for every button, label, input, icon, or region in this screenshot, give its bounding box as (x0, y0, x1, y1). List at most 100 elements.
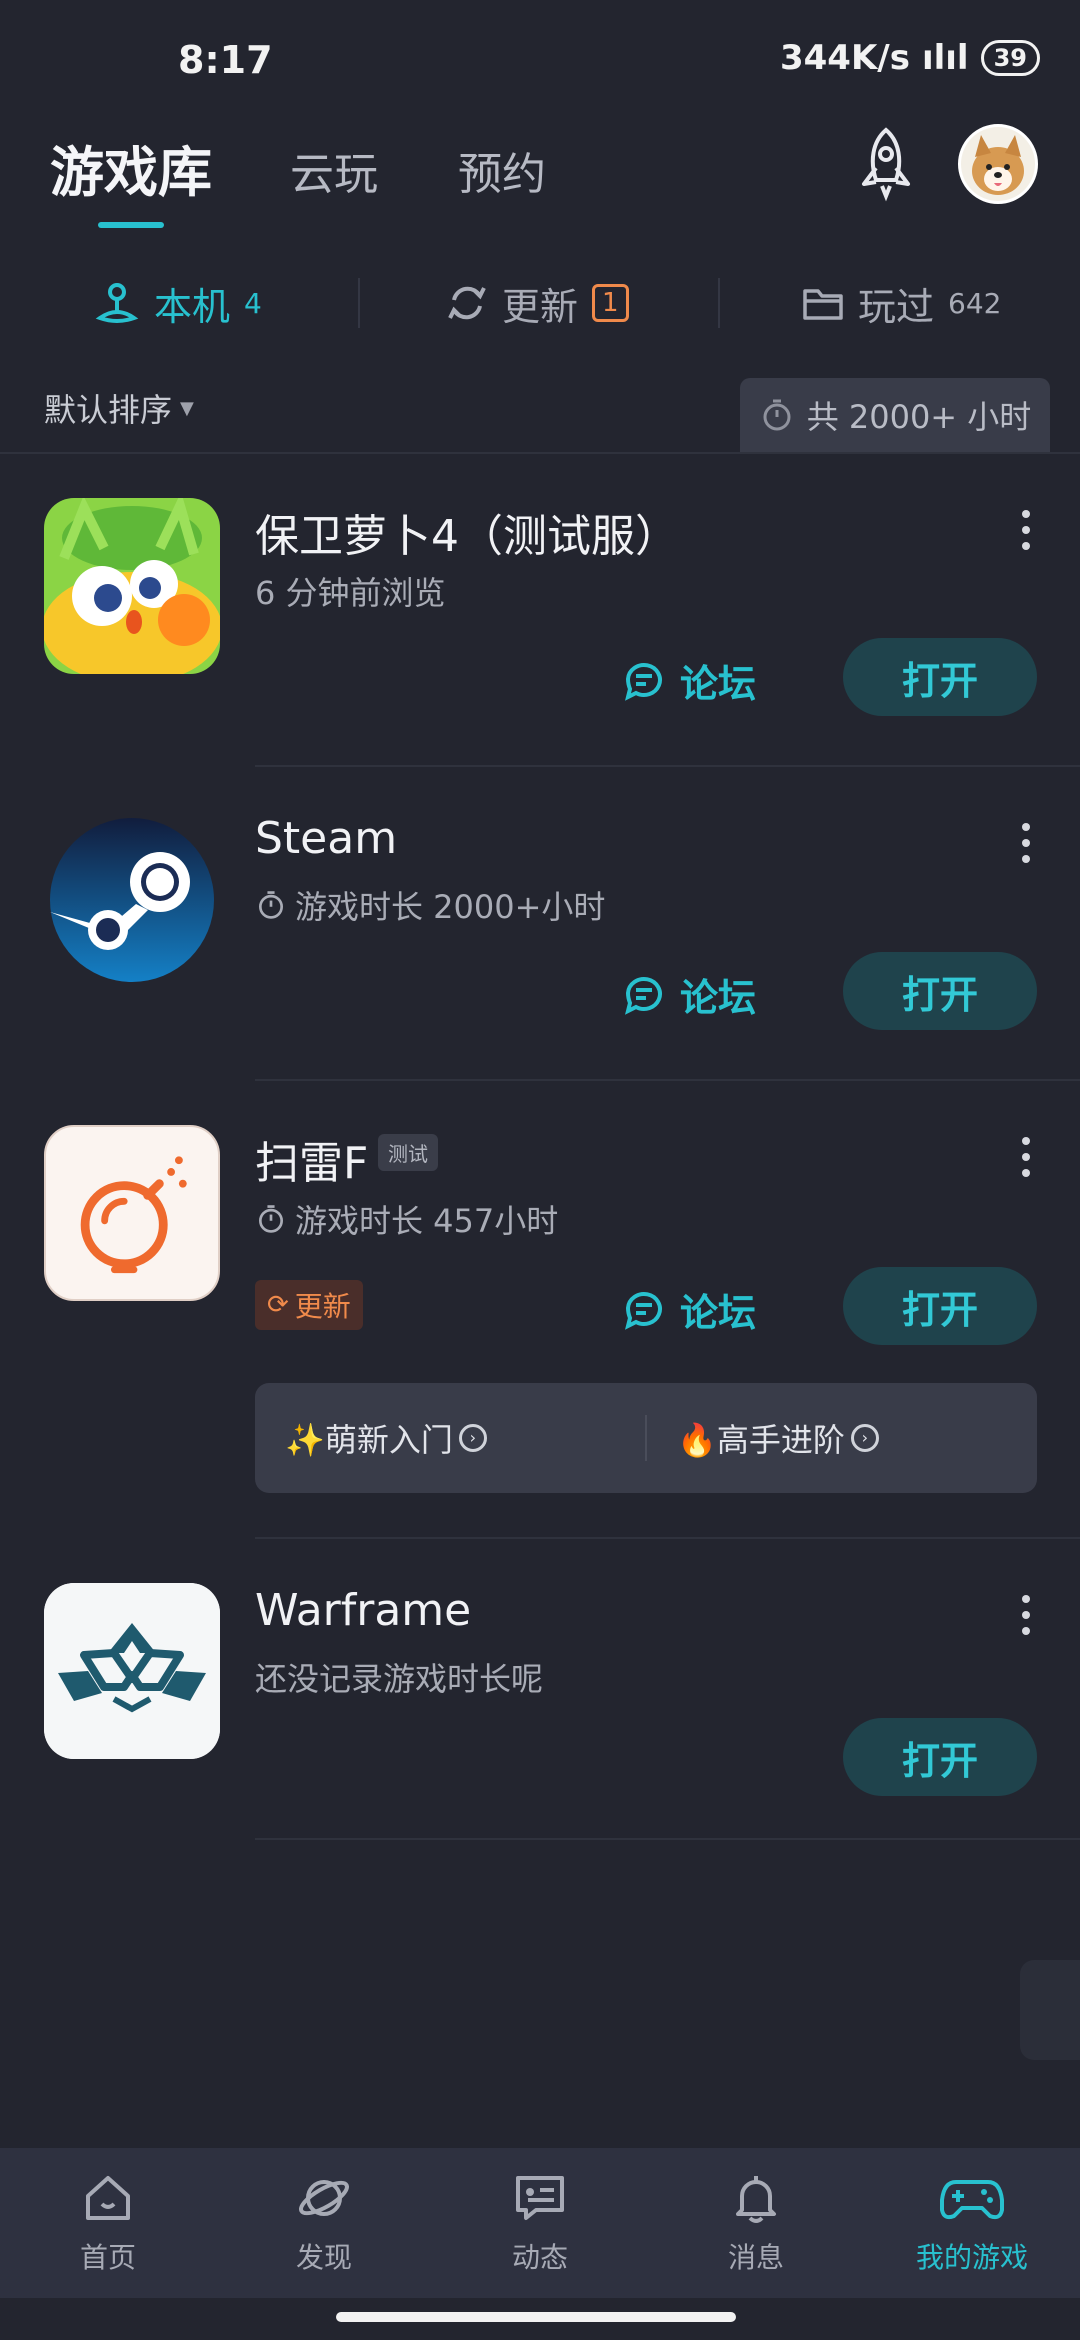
nav-feed-label: 动态 (511, 2241, 568, 2274)
subtab-local[interactable]: 本机 4 (94, 270, 262, 336)
nav-my-games[interactable]: 我的游戏 (864, 2148, 1080, 2298)
game-name: 保卫萝卜4（测试服） (255, 511, 679, 562)
total-playtime: 共 2000+ 小时 (740, 378, 1050, 452)
nav-home-label: 首页 (79, 2241, 136, 2274)
update-tag-label: 更新 (294, 1290, 351, 1323)
subtab-update-label: 更新 (502, 284, 579, 329)
tab-library[interactable]: 游戏库 (50, 128, 212, 207)
home-indicator[interactable] (336, 2312, 736, 2322)
divider (358, 278, 360, 328)
forum-button[interactable]: 论坛 (622, 1282, 756, 1337)
dog-avatar-image (961, 127, 1035, 201)
game-subtitle-text: 6 分钟前浏览 (255, 574, 446, 612)
guide-advanced-link[interactable]: 🔥高手进阶 › (647, 1415, 1037, 1461)
network-speed: 344K/s (779, 38, 910, 78)
home-icon (86, 2176, 130, 2220)
more-options-icon[interactable] (1016, 1127, 1036, 1187)
game-name: 扫雷F (255, 1138, 369, 1189)
floating-download-tab[interactable] (1020, 1960, 1080, 2060)
subtab-played[interactable]: 玩过 642 (802, 270, 1001, 336)
nav-home[interactable]: 首页 (0, 2148, 216, 2298)
refresh-icon (448, 286, 486, 320)
avatar[interactable] (958, 124, 1038, 204)
forum-label: 论坛 (680, 976, 757, 1020)
open-button[interactable]: 打开 (843, 1267, 1037, 1345)
tab-cloud-play[interactable]: 云玩 (290, 138, 378, 202)
gamepad-icon (940, 2180, 1004, 2220)
total-playtime-label: 共 2000+ 小时 (806, 398, 1032, 436)
status-icons: 344K/s ılıl 39 (780, 38, 1040, 78)
nav-discover[interactable]: 发现 (216, 2148, 432, 2298)
game-icon-steam[interactable] (44, 812, 220, 988)
bottom-navigation: 首页 发现 动态 消息 我的游戏 (0, 2148, 1080, 2298)
tab-reserve[interactable]: 预约 (458, 138, 546, 202)
refresh-icon: ⟳ (267, 1290, 289, 1320)
chat-icon (516, 2176, 564, 2220)
game-name: Warframe (255, 1585, 472, 1636)
more-options-icon[interactable] (1016, 1585, 1036, 1645)
nav-discover-label: 发现 (295, 2241, 352, 2274)
forum-button[interactable]: 论坛 (622, 653, 756, 708)
nav-my-games-label: 我的游戏 (915, 2241, 1028, 2274)
update-tag[interactable]: ⟳ 更新 (255, 1280, 363, 1330)
timer-icon (763, 399, 791, 431)
subtab-local-count: 4 (244, 286, 262, 320)
game-subtitle: 游戏时长 2000+小时 (255, 882, 605, 928)
divider (255, 1079, 1080, 1081)
game-subtitle: 游戏时长 457小时 (255, 1196, 558, 1242)
forum-label: 论坛 (680, 1291, 757, 1335)
folder-icon (803, 289, 843, 320)
nav-messages[interactable]: 消息 (648, 2148, 864, 2298)
nav-messages-label: 消息 (727, 2241, 784, 2274)
signal-icon: ılıl (921, 38, 969, 78)
subtab-update[interactable]: 更新 1 (446, 270, 629, 336)
forum-icon (625, 662, 662, 701)
game-icon-warframe[interactable] (44, 1583, 220, 1759)
forum-label: 论坛 (680, 662, 757, 706)
game-subtitle-text: 还没记录游戏时长呢 (255, 1660, 544, 1698)
status-time: 8:17 (178, 38, 273, 82)
subtab-played-count: 642 (948, 286, 1002, 320)
guide-links: ✨萌新入门 › 🔥高手进阶 › (255, 1383, 1037, 1493)
divider (255, 1537, 1080, 1539)
divider (255, 1838, 1080, 1840)
update-count-badge: 1 (592, 284, 629, 322)
caret-down-icon: ▼ (180, 397, 194, 419)
guide-beginner-link[interactable]: ✨萌新入门 › (255, 1415, 645, 1461)
nav-feed[interactable]: 动态 (432, 2148, 648, 2298)
open-button[interactable]: 打开 (843, 638, 1037, 716)
timer-icon (259, 891, 283, 919)
game-icon-minesweeper[interactable] (44, 1125, 220, 1301)
more-options-icon[interactable] (1016, 500, 1036, 560)
forum-button[interactable]: 论坛 (622, 967, 756, 1022)
planet-icon (299, 2180, 349, 2216)
open-button[interactable]: 打开 (843, 952, 1037, 1030)
sort-dropdown[interactable]: 默认排序 ▼ (44, 385, 194, 431)
chevron-right-icon: › (850, 1424, 879, 1452)
battery-indicator: 39 (980, 40, 1040, 76)
timer-icon (259, 1205, 283, 1233)
divider (718, 278, 720, 328)
test-badge: 测试 (378, 1134, 438, 1171)
guide-beginner-label: ✨萌新入门 (285, 1421, 453, 1459)
guide-advanced-label: 🔥高手进阶 (677, 1421, 845, 1459)
sort-label: 默认排序 (44, 391, 173, 429)
forum-icon (625, 1291, 662, 1330)
game-subtitle-text: 游戏时长 457小时 (295, 1202, 559, 1240)
subtab-played-label: 玩过 (858, 284, 935, 329)
bell-icon (736, 2176, 776, 2223)
more-options-icon[interactable] (1016, 813, 1036, 873)
game-icon-carrot[interactable] (44, 498, 220, 674)
rocket-icon[interactable] (850, 124, 922, 204)
subtab-local-label: 本机 (154, 284, 231, 329)
game-subtitle-text: 游戏时长 2000+小时 (295, 888, 606, 926)
open-button[interactable]: 打开 (843, 1718, 1037, 1796)
divider (255, 765, 1080, 767)
divider (0, 452, 1080, 454)
joystick-icon (95, 283, 139, 323)
game-name: Steam (255, 813, 398, 864)
forum-icon (625, 976, 662, 1015)
tab-indicator (98, 222, 164, 228)
game-subtitle: 6 分钟前浏览 (255, 568, 446, 614)
game-subtitle: 还没记录游戏时长呢 (255, 1654, 543, 1700)
